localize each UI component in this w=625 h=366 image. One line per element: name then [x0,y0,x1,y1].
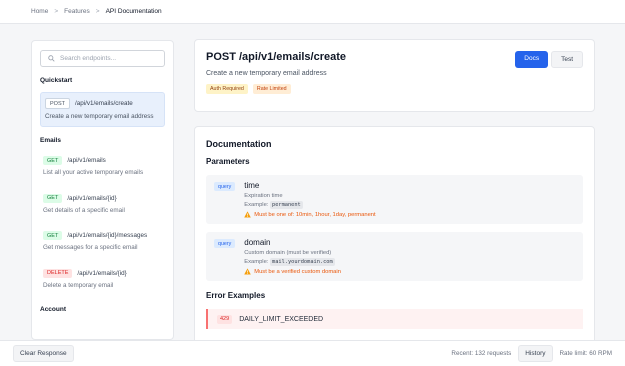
method-badge: GET [43,156,63,166]
recent-requests-count: Recent: 132 requests [451,350,512,357]
view-tabs: Docs Test [512,51,583,68]
sidebar-item-get-messages[interactable]: GET /api/v1/emails/{id}/messages Get mes… [40,227,165,256]
endpoint-subtitle: Create a new temporary email address [206,70,327,77]
footer-status: Recent: 132 requests History Rate limit:… [451,345,612,362]
warning-icon [244,268,252,275]
sidebar-item-list-emails[interactable]: GET /api/v1/emails List all your active … [40,152,165,181]
tab-test[interactable]: Test [551,51,583,68]
param-name: time [244,181,260,190]
method-badge: GET [43,193,63,203]
endpoint-description: List all your active temporary emails [43,169,144,177]
breadcrumb-current: API Documentation [105,8,162,15]
error-example-row[interactable]: 429 DAILY_LIMIT_EXCEEDED [206,309,583,329]
documentation-heading: Documentation [206,139,272,149]
endpoint-description: Delete a temporary email [43,281,114,289]
search-icon [48,55,55,62]
endpoint-path: /api/v1/emails/{id} [67,194,117,202]
param-description: Custom domain (must be verified) [244,250,332,256]
error-examples-heading: Error Examples [206,291,266,300]
tab-docs[interactable]: Docs [515,51,549,68]
warning-icon [244,211,252,218]
warning-text: Must be one of: 10min, 1hour, 1day, perm… [254,211,376,218]
method-badge: POST [45,98,70,109]
history-button[interactable]: History [518,345,553,362]
param-description: Expiration time [244,193,283,199]
breadcrumb-home[interactable]: Home [31,8,48,15]
method-badge: DELETE [43,268,73,278]
section-title-quickstart: Quickstart [40,77,73,84]
sidebar-item-create-email[interactable]: POST /api/v1/emails/create Create a new … [40,92,165,128]
endpoint-description: Get details of a specific email [43,206,125,214]
param-example: Example: mail.yourdomain.com [244,258,341,266]
param-domain: query domain Custom domain (must be veri… [206,232,583,281]
section-title-account: Account [40,306,66,314]
endpoint-sidebar: Search endpoints... Quickstart POST /api… [31,40,174,340]
error-message: DAILY_LIMIT_EXCEEDED [239,315,324,323]
param-warning: Must be one of: 10min, 1hour, 1day, perm… [244,211,376,218]
sidebar-item-delete-email[interactable]: DELETE /api/v1/emails/{id} Delete a temp… [40,265,165,294]
clear-response-button[interactable]: Clear Response [13,345,74,362]
parameters-heading: Parameters [206,157,250,166]
endpoint-path: /api/v1/emails/create [74,100,133,107]
rate-limit-label: Rate limit: 60 RPM [559,350,613,357]
endpoint-tags: Auth Required Rate Limited [206,84,583,94]
example-label: Example: [244,202,269,208]
endpoint-description: Get messages for a specific email [43,244,138,252]
example-value: permanent [270,201,303,209]
breadcrumb-separator: > [95,8,100,15]
param-name: domain [244,238,271,247]
breadcrumb-separator: > [54,8,59,15]
search-input[interactable]: Search endpoints... [40,50,165,67]
breadcrumb: Home > Features > API Documentation [0,0,625,24]
warning-text: Must be a verified custom domain [254,268,341,275]
method-badge: GET [43,231,63,241]
search-placeholder: Search endpoints... [60,55,117,62]
breadcrumb-features[interactable]: Features [64,8,90,15]
param-location-badge: query [214,182,236,191]
endpoint-header: POST /api/v1/emails/create Create a new … [194,39,595,112]
documentation-panel: Documentation Parameters query time Expi… [194,126,595,346]
param-location-badge: query [214,239,236,248]
auth-required-badge: Auth Required [206,84,248,94]
param-example: Example: permanent [244,201,375,209]
example-value: mail.yourdomain.com [270,258,335,266]
param-time: query time Expiration time Example: perm… [206,175,583,224]
endpoint-path: /api/v1/emails [67,157,106,165]
section-title-emails: Emails [40,137,61,145]
endpoint-path: /api/v1/emails/{id} [77,269,127,277]
example-label: Example: [244,259,269,265]
param-warning: Must be a verified custom domain [244,268,341,275]
endpoint-description: Create a new temporary email address [45,113,154,120]
sidebar-item-get-email[interactable]: GET /api/v1/emails/{id} Get details of a… [40,190,165,219]
rate-limited-badge: Rate Limited [252,84,291,94]
footer-bar: Clear Response Recent: 132 requests Hist… [0,340,625,366]
error-code-badge: 429 [217,314,233,324]
endpoint-path: /api/v1/emails/{id}/messages [67,232,148,240]
